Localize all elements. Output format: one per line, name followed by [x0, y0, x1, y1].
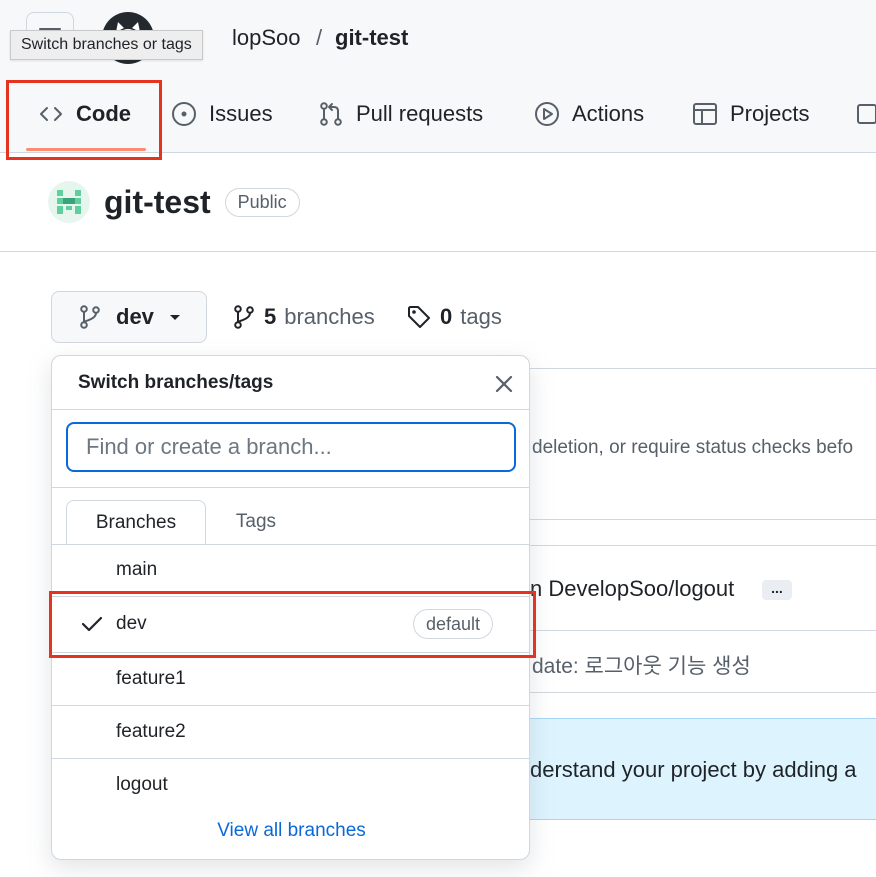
play-icon	[534, 101, 560, 127]
pull-request-icon	[318, 101, 344, 127]
divider	[0, 251, 876, 252]
tab-label: Issues	[209, 101, 273, 126]
latest-commit-box: n DevelopSoo/logout date: 로그아웃 기능 생성	[530, 545, 876, 693]
git-branch-icon	[78, 304, 102, 330]
branch-item-feature1[interactable]: feature1	[52, 653, 529, 705]
divider	[52, 487, 529, 488]
tab-tags[interactable]: Tags	[214, 500, 298, 544]
table-icon	[692, 101, 718, 127]
close-button[interactable]	[490, 370, 518, 398]
divider	[52, 409, 529, 410]
tab-projects[interactable]: Projects	[692, 90, 809, 138]
tab-label: Pull requests	[356, 101, 484, 126]
branch-item-logout[interactable]: logout	[52, 759, 529, 811]
branch-name: logout	[116, 774, 168, 795]
breadcrumb-repo[interactable]: git-test	[335, 24, 408, 52]
breadcrumb-separator: /	[316, 25, 323, 50]
tooltip: Switch branches or tags	[10, 30, 203, 60]
expand-commit-button[interactable]: ...	[762, 580, 792, 600]
tag-icon	[406, 304, 432, 330]
branches-label: branches	[284, 304, 375, 329]
tags-count: 0	[440, 304, 453, 329]
tab-actions[interactable]: Actions	[534, 90, 644, 138]
current-branch-label: dev	[116, 304, 154, 329]
book-icon	[856, 101, 876, 127]
row-divider	[530, 630, 876, 631]
branch-item-main[interactable]: main	[52, 544, 529, 596]
tab-branches[interactable]: Branches	[66, 500, 206, 545]
branches-count: 5	[264, 304, 277, 329]
repo-avatar	[48, 181, 90, 223]
repo-title: git-test Public	[48, 178, 300, 226]
dropdown-title: Switch branches/tags	[78, 372, 274, 393]
branch-protection-notice: deletion, or require status checks befo	[530, 368, 876, 520]
tab-pull-requests[interactable]: Pull requests	[318, 90, 483, 138]
branch-item-feature2[interactable]: feature2	[52, 706, 529, 758]
readme-banner: derstand your project by adding a	[530, 718, 876, 820]
issue-icon	[171, 101, 197, 127]
protection-text: deletion, or require status checks befo	[532, 437, 854, 458]
merge-commit-text[interactable]: n DevelopSoo/logout	[530, 576, 734, 602]
branches-link[interactable]: 5 branches	[232, 302, 375, 332]
tab-label: Actions	[572, 101, 645, 126]
tags-label: tags	[460, 304, 502, 329]
branch-select-button[interactable]: dev	[51, 291, 207, 343]
branch-name: feature2	[116, 721, 186, 742]
highlight-box-code-tab	[6, 80, 162, 160]
tags-link[interactable]: 0 tags	[406, 302, 502, 332]
close-icon	[495, 375, 513, 393]
branch-name: feature1	[116, 668, 186, 689]
view-all-branches-link[interactable]: View all branches	[52, 820, 529, 842]
visibility-badge: Public	[224, 187, 300, 217]
branch-search-input[interactable]	[84, 433, 498, 461]
git-branch-icon	[232, 304, 256, 330]
breadcrumb-owner[interactable]: lopSoo	[232, 24, 301, 52]
branch-search-field[interactable]	[66, 422, 516, 472]
commit-message-text[interactable]: date: 로그아웃 기능 생성	[532, 650, 751, 680]
readme-banner-text: derstand your project by adding a	[530, 757, 857, 782]
repo-name[interactable]: git-test	[104, 184, 211, 221]
branch-name: main	[116, 559, 158, 580]
caret-down-icon	[168, 312, 182, 322]
highlight-box-dev-branch	[49, 591, 536, 658]
tab-issues[interactable]: Issues	[171, 90, 273, 138]
identicon-icon	[57, 190, 81, 214]
tab-wiki-partial[interactable]	[856, 90, 876, 138]
tab-label: Projects	[730, 101, 810, 126]
